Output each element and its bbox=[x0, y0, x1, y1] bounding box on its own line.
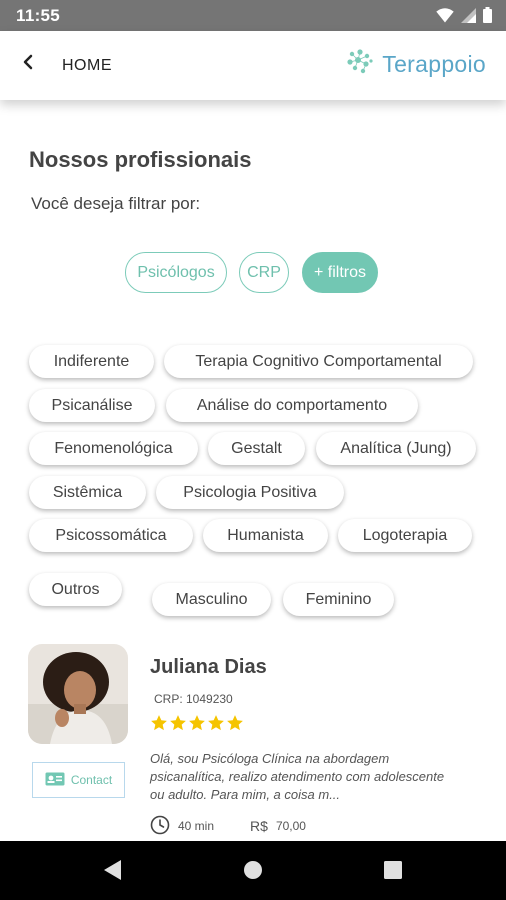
session-price: 70,00 bbox=[275, 819, 306, 833]
chip-analitica-jung[interactable]: Analítica (Jung) bbox=[316, 432, 476, 465]
rating-stars bbox=[150, 714, 244, 732]
chip-humanista[interactable]: Humanista bbox=[203, 519, 328, 552]
tab-psicologos[interactable]: Psicólogos bbox=[125, 252, 227, 293]
nav-recents-icon[interactable] bbox=[384, 861, 402, 884]
star-icon bbox=[227, 715, 243, 731]
tab-more-filters[interactable]: + filtros bbox=[302, 252, 378, 293]
star-icon bbox=[151, 715, 167, 731]
chip-indiferente[interactable]: Indiferente bbox=[29, 345, 154, 378]
signal-icon bbox=[461, 7, 476, 28]
chip-tcc[interactable]: Terapia Cognitivo Comportamental bbox=[164, 345, 473, 378]
contact-card-icon bbox=[45, 772, 65, 789]
avatar bbox=[28, 644, 128, 744]
wifi-icon bbox=[436, 7, 454, 28]
professional-bio: Olá, sou Psicóloga Clínica na abordagem … bbox=[150, 751, 445, 802]
status-time: 11:55 bbox=[16, 6, 61, 25]
professional-crp: CRP: 1049230 bbox=[154, 692, 233, 706]
chip-feminino[interactable]: Feminino bbox=[283, 583, 394, 616]
system-nav-bar bbox=[0, 841, 506, 900]
page-title: Nossos profissionais bbox=[29, 147, 252, 172]
filter-subtitle: Você deseja filtrar por: bbox=[31, 194, 201, 213]
nav-home-icon[interactable] bbox=[243, 860, 263, 885]
chip-psicologia-positiva[interactable]: Psicologia Positiva bbox=[156, 476, 344, 509]
brand-name: Terappoio bbox=[382, 51, 486, 77]
star-icon bbox=[208, 715, 224, 731]
chip-masculino[interactable]: Masculino bbox=[152, 583, 271, 616]
chip-analise-comportamento[interactable]: Análise do comportamento bbox=[166, 389, 418, 422]
tab-crp[interactable]: CRP bbox=[239, 252, 289, 293]
back-label[interactable]: HOME bbox=[62, 57, 112, 75]
brand-logo-icon bbox=[346, 49, 374, 80]
chip-fenomenologica[interactable]: Fenomenológica bbox=[29, 432, 198, 465]
session-duration: 40 min bbox=[178, 819, 215, 833]
status-bar: 11:55 bbox=[0, 0, 506, 31]
chip-sistemica[interactable]: Sistêmica bbox=[29, 476, 146, 509]
status-icons bbox=[436, 7, 492, 28]
chip-logoterapia[interactable]: Logoterapia bbox=[338, 519, 472, 552]
chip-outros[interactable]: Outros bbox=[29, 573, 122, 606]
star-icon bbox=[189, 715, 205, 731]
clock-icon bbox=[150, 815, 170, 838]
star-icon bbox=[170, 715, 186, 731]
contact-label: Contact bbox=[70, 773, 113, 787]
contact-button[interactable]: Contact bbox=[32, 762, 125, 798]
professional-name: Juliana Dias bbox=[150, 656, 267, 678]
brand-logo: Terappoio bbox=[346, 49, 486, 80]
app-header: HOME Terappoio bbox=[0, 31, 506, 100]
nav-back-icon[interactable] bbox=[101, 858, 123, 887]
price-currency: R$ bbox=[250, 818, 268, 834]
back-arrow-icon bbox=[21, 54, 35, 75]
chip-psicanalise[interactable]: Psicanálise bbox=[29, 389, 155, 422]
chip-gestalt[interactable]: Gestalt bbox=[208, 432, 305, 465]
back-button[interactable] bbox=[14, 50, 42, 78]
battery-icon bbox=[483, 7, 492, 28]
session-info: 40 min R$ 70,00 bbox=[150, 815, 306, 837]
chip-psicossomatica[interactable]: Psicossomática bbox=[29, 519, 193, 552]
